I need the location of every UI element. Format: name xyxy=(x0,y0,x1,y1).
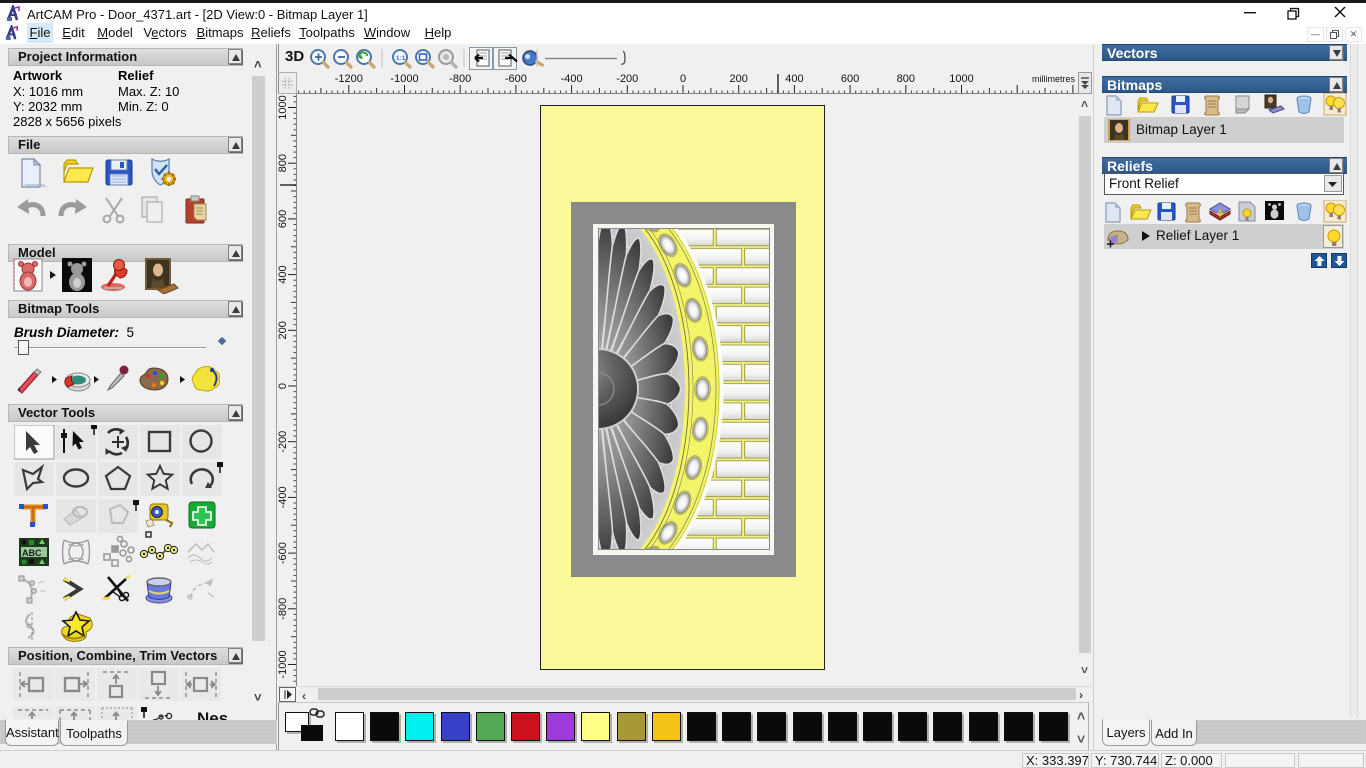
svg-text:400: 400 xyxy=(278,265,289,283)
svg-text:-600: -600 xyxy=(505,73,527,85)
svg-text:millimetres: millimetres xyxy=(1032,74,1076,84)
svg-text:1:1: 1:1 xyxy=(396,55,406,62)
svg-text:0: 0 xyxy=(680,73,686,85)
svg-text:-800: -800 xyxy=(449,73,471,85)
svg-text:800: 800 xyxy=(897,73,915,85)
svg-text:600: 600 xyxy=(278,210,289,228)
svg-text:200: 200 xyxy=(278,321,289,339)
svg-text:-1200: -1200 xyxy=(335,73,363,85)
svg-text:-1000: -1000 xyxy=(278,650,289,678)
svg-text:800: 800 xyxy=(278,154,289,172)
svg-text:-200: -200 xyxy=(278,431,289,453)
svg-text:-400: -400 xyxy=(278,486,289,508)
svg-text:ABC: ABC xyxy=(22,548,42,558)
svg-text:-200: -200 xyxy=(616,73,638,85)
svg-text:-400: -400 xyxy=(561,73,583,85)
svg-text:0: 0 xyxy=(278,383,289,389)
svg-text:-600: -600 xyxy=(278,542,289,564)
svg-text:-1000: -1000 xyxy=(390,73,418,85)
svg-text:200: 200 xyxy=(730,73,748,85)
svg-text:1000: 1000 xyxy=(278,95,289,119)
svg-text:1000: 1000 xyxy=(949,73,973,85)
svg-text:-800: -800 xyxy=(278,598,289,620)
svg-text:600: 600 xyxy=(841,73,859,85)
svg-text:400: 400 xyxy=(785,73,803,85)
